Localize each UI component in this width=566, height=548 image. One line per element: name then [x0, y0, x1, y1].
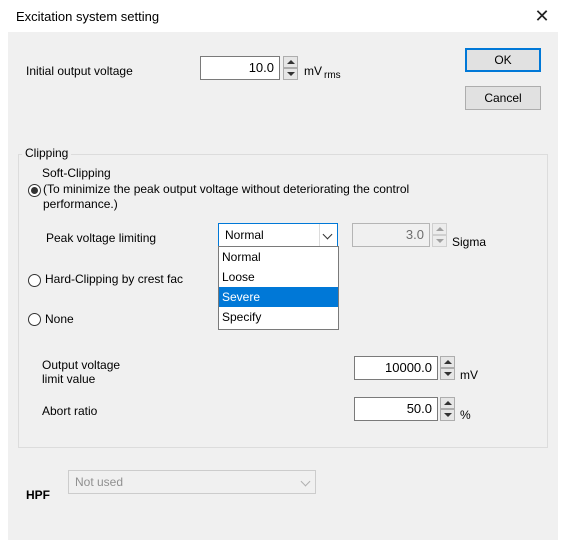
- dropdown-option-severe[interactable]: Severe: [219, 287, 338, 307]
- spin-down-icon[interactable]: [440, 409, 455, 421]
- sigma-unit: Sigma: [452, 235, 487, 249]
- peak-voltage-limiting-value: Normal: [225, 228, 264, 242]
- soft-clipping-description-2: performance.): [43, 197, 118, 211]
- chevron-down-icon[interactable]: [298, 471, 315, 493]
- chevron-down-icon[interactable]: [319, 224, 337, 246]
- none-radio[interactable]: [28, 313, 41, 326]
- output-voltage-limit-input[interactable]: 10000.0: [354, 356, 438, 380]
- window-title: Excitation system setting: [16, 9, 160, 24]
- output-voltage-limit-unit: mV: [460, 368, 478, 382]
- unit-rms: rms: [324, 70, 341, 81]
- title-bar: Excitation system setting ✕: [0, 0, 566, 32]
- spin-down-icon[interactable]: [283, 68, 298, 80]
- dropdown-option-loose[interactable]: Loose: [219, 267, 338, 287]
- hard-clipping-radio[interactable]: [28, 274, 41, 287]
- ok-button[interactable]: OK: [465, 48, 541, 72]
- cancel-button[interactable]: Cancel: [465, 86, 541, 110]
- output-voltage-limit-label-1: Output voltage: [42, 358, 121, 372]
- initial-output-voltage-unit: mV rms: [304, 64, 341, 81]
- dropdown-option-normal[interactable]: Normal: [219, 247, 338, 267]
- hpf-combo[interactable]: Not used: [68, 470, 316, 494]
- spin-up-icon[interactable]: [440, 397, 455, 409]
- close-icon[interactable]: ✕: [532, 6, 552, 26]
- dialog-body: Initial output voltage 10.0 mV rms OK Can…: [8, 32, 558, 540]
- unit-mv: mV: [304, 64, 322, 78]
- spin-down-icon[interactable]: [432, 235, 447, 247]
- soft-clipping-radio[interactable]: [28, 184, 41, 197]
- spin-down-icon[interactable]: [440, 368, 455, 380]
- hpf-label: HPF: [26, 488, 50, 502]
- sigma-input[interactable]: 3.0: [352, 223, 430, 247]
- initial-output-voltage-input[interactable]: 10.0: [200, 56, 280, 80]
- peak-voltage-limiting-dropdown: Normal Loose Severe Specify: [218, 246, 339, 330]
- spin-up-icon[interactable]: [432, 223, 447, 235]
- initial-output-voltage-label: Initial output voltage: [26, 64, 133, 78]
- abort-ratio-input[interactable]: 50.0: [354, 397, 438, 421]
- soft-clipping-description-1: (To minimize the peak output voltage wit…: [43, 182, 410, 196]
- output-voltage-limit-label-2: limit value: [42, 372, 96, 386]
- peak-voltage-limiting-combo[interactable]: Normal: [218, 223, 338, 247]
- abort-ratio-label: Abort ratio: [42, 404, 98, 418]
- clipping-group-title: Clipping: [22, 146, 72, 160]
- peak-voltage-limiting-label: Peak voltage limiting: [46, 231, 157, 245]
- hard-clipping-label: Hard-Clipping by crest fac: [45, 272, 184, 286]
- spin-up-icon[interactable]: [283, 56, 298, 68]
- abort-ratio-spinner[interactable]: [440, 397, 455, 421]
- hpf-value: Not used: [75, 475, 124, 489]
- none-label: None: [45, 312, 74, 326]
- dropdown-option-specify[interactable]: Specify: [219, 307, 338, 327]
- output-voltage-limit-spinner[interactable]: [440, 356, 455, 380]
- sigma-spinner[interactable]: [432, 223, 447, 247]
- initial-output-voltage-spinner[interactable]: [283, 56, 298, 80]
- spin-up-icon[interactable]: [440, 356, 455, 368]
- soft-clipping-label: Soft-Clipping: [42, 166, 111, 180]
- abort-ratio-unit: %: [460, 408, 471, 422]
